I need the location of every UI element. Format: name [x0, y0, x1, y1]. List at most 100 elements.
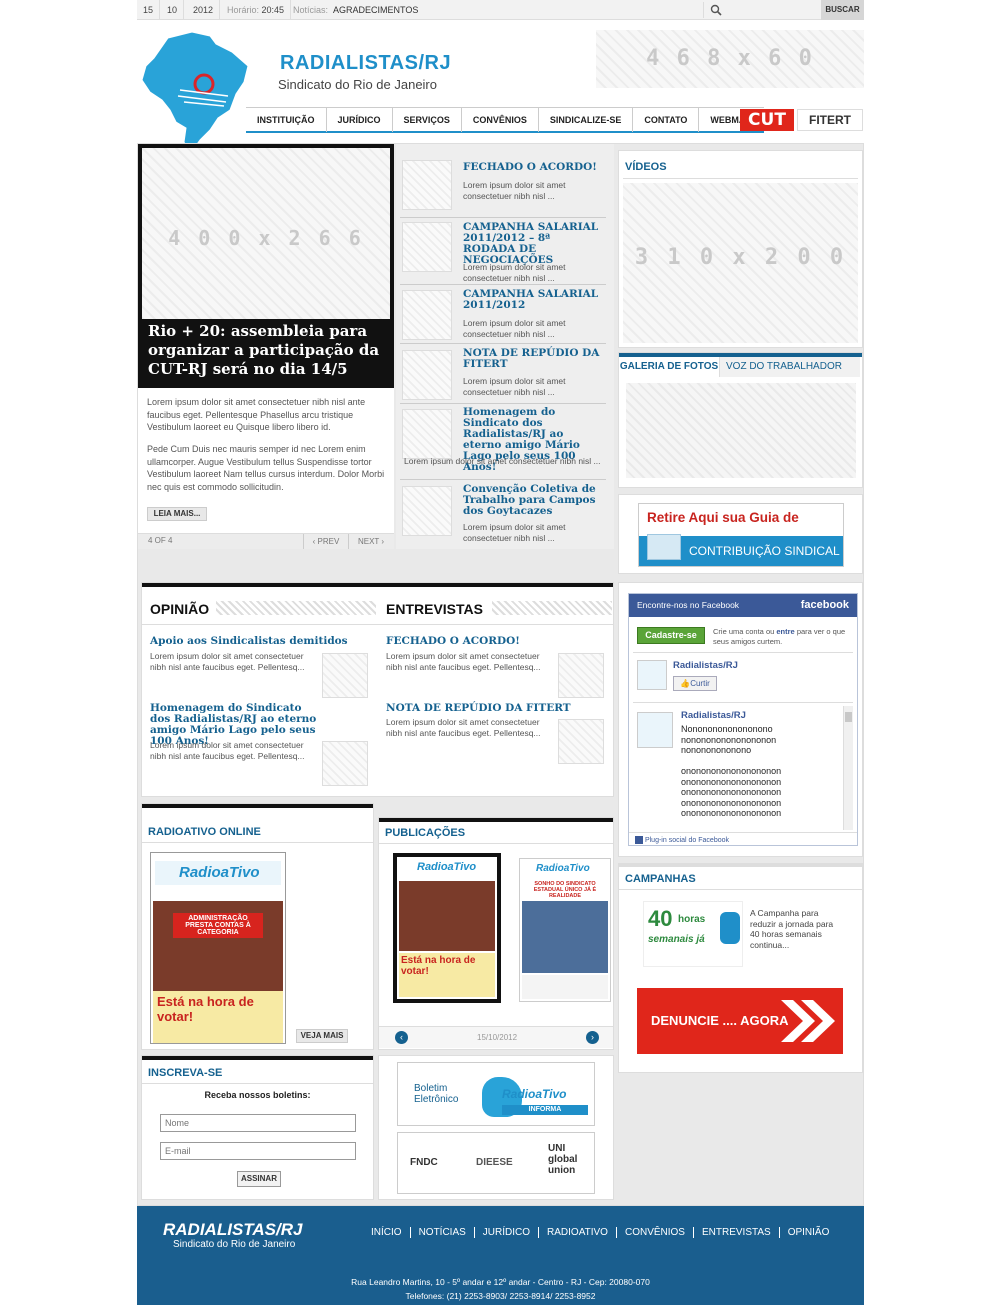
fb-header: Encontre-nos no Facebook facebook — [629, 594, 857, 617]
facebook-widget: Encontre-nos no Facebook facebook Cadast… — [628, 593, 858, 846]
fitert-logo[interactable]: FITERT — [797, 109, 863, 131]
bulletin-banner[interactable]: Boletim Eletrônico RadioaTivo INFORMA — [397, 1062, 595, 1126]
nav-instituicao[interactable]: INSTITUIÇÃO — [246, 108, 327, 132]
divider — [400, 403, 606, 404]
facebook-logo: facebook — [800, 599, 849, 611]
fb-page-avatar[interactable] — [637, 660, 667, 690]
news-title[interactable]: NOTA DE REPÚDIO DA FITERT — [463, 348, 603, 370]
fb-signup-button[interactable]: Cadastre-se — [637, 627, 705, 644]
site-title[interactable]: RADIALISTAS/RJ — [280, 52, 451, 75]
logos-strip: FNDC DIEESE UNI global union — [397, 1132, 595, 1194]
tab-galeria[interactable]: GALERIA DE FOTOS — [619, 357, 720, 377]
fb-scroll-thumb[interactable] — [845, 712, 852, 722]
footer-nav-convenios[interactable]: CONVÊNIOS — [616, 1227, 694, 1238]
subscribe-button[interactable]: ASSINAR — [237, 1171, 281, 1187]
bulletin-line1: Boletim — [414, 1083, 448, 1094]
footer-nav-opiniao[interactable]: OPINIÃO — [780, 1227, 838, 1238]
chevron-left-icon[interactable]: ‹ — [395, 1031, 408, 1044]
news-title[interactable]: Convenção Coletiva de Trabalho para Camp… — [463, 484, 603, 517]
brazil-map-logo[interactable] — [140, 30, 252, 155]
fb-post-line: onononononononononon — [681, 787, 782, 797]
divider — [400, 217, 606, 218]
videos-title: VÍDEOS — [625, 161, 667, 173]
guide-box: Retire Aqui sua Guia de CONTRIBUIÇÃO SIN… — [618, 494, 863, 574]
guide-line1: Retire Aqui sua Guia de — [647, 510, 799, 525]
fndc-logo[interactable]: FNDC — [410, 1157, 438, 1168]
guide-banner[interactable]: Retire Aqui sua Guia de CONTRIBUIÇÃO SIN… — [638, 503, 844, 567]
footer-nav-entrevistas[interactable]: ENTREVISTAS — [693, 1227, 780, 1238]
interview-thumb — [558, 653, 604, 698]
video-player[interactable]: 3 1 0 x 2 0 0 — [623, 183, 858, 343]
top-bar: 15 10 2012 Horário: 20:45 Notícias: AGRA… — [137, 0, 864, 20]
publication-cover-1[interactable]: RadioaTivo Está na hora de votar! — [393, 853, 501, 1003]
bulletin-logo: RadioaTivo INFORMA — [482, 1077, 590, 1123]
news-ticker-link[interactable]: AGRADECIMENTOS — [333, 5, 418, 15]
nav-servicos[interactable]: SERVIÇOS — [393, 108, 462, 132]
interview-item-text: Lorem ipsum dolor sit amet consectetuer … — [386, 717, 541, 738]
pub-photo — [522, 901, 608, 973]
footer-nav-juridico[interactable]: JURÍDICO — [474, 1227, 540, 1238]
divider — [619, 889, 862, 890]
news-title[interactable]: CAMPANHA SALARIAL 2011/2012 – 8ª RODADA … — [463, 222, 603, 266]
interview-item-title[interactable]: FECHADO O ACORDO! — [386, 636, 606, 647]
publication-date: 15/10/2012 — [477, 1033, 518, 1042]
opinion-item-title[interactable]: Apoio aos Sindicalistas demitidos — [150, 636, 370, 647]
search-input[interactable] — [703, 2, 819, 18]
search-button[interactable]: BUSCAR — [821, 0, 864, 20]
denounce-text: DENUNCIE .... AGORA — [651, 1013, 789, 1028]
campaigns-title: CAMPANHAS — [625, 873, 696, 885]
fb-plugin-footer[interactable]: Plug-in social do Facebook — [629, 832, 857, 847]
interview-item-title[interactable]: NOTA DE REPÚDIO DA FITERT — [386, 703, 606, 714]
featured-slider: 4 0 0 x 2 6 6 Rio + 20: assembleia para … — [138, 144, 394, 549]
news-ticker: Notícias: AGRADECIMENTOS — [287, 0, 424, 20]
banner-468x60[interactable]: 4 6 8 x 6 0 — [596, 30, 864, 88]
fb-like-button[interactable]: 👍Curtir — [673, 676, 717, 691]
nav-convenios[interactable]: CONVÊNIOS — [462, 108, 539, 132]
top-rule — [619, 864, 862, 867]
opinion-thumb — [322, 653, 368, 698]
radioativo-title: RADIOATIVO ONLINE — [148, 826, 261, 838]
footer-nav-radioativo[interactable]: RADIOATIVO — [539, 1227, 617, 1238]
email-field[interactable] — [160, 1142, 356, 1160]
campaign-40-hours[interactable]: 40 horas semanais já — [643, 901, 743, 967]
featured-title[interactable]: Rio + 20: assembleia para organizar a pa… — [138, 319, 394, 387]
publications-title: PUBLICAÇÕES — [385, 827, 466, 839]
denounce-banner[interactable]: DENUNCIE .... AGORA — [637, 988, 843, 1054]
name-field[interactable] — [160, 1114, 356, 1132]
footer-nav-inicio[interactable]: INÍCIO — [363, 1227, 411, 1238]
footer-title[interactable]: RADIALISTAS/RJ — [163, 1220, 302, 1240]
cut-logo[interactable]: CUT — [740, 109, 794, 131]
news-title[interactable]: FECHADO O ACORDO! — [463, 162, 611, 173]
opinion-interviews-box: OPINIÃO ENTREVISTAS Apoio aos Sindicalis… — [141, 582, 614, 797]
dieese-logo[interactable]: DIEESE — [476, 1157, 513, 1168]
news-title[interactable]: CAMPANHA SALARIAL 2011/2012 — [463, 289, 603, 311]
radioativo-cover[interactable]: RadioaTivo ADMINISTRAÇÃO PRESTA CONTAS À… — [150, 852, 286, 1044]
footer-nav-noticias[interactable]: NOTÍCIAS — [410, 1227, 475, 1238]
gallery-thumbs[interactable] — [626, 383, 856, 478]
publication-cover-2[interactable]: RadioaTivo SONHO DO SINDICATO ESTADUAL Ú… — [519, 858, 611, 1002]
fb-post-avatar — [637, 712, 673, 748]
news-text: Lorem ipsum dolor sit amet consectetuer … — [463, 522, 566, 543]
title-hatch — [216, 601, 376, 615]
chevron-right-icon[interactable]: › — [586, 1031, 599, 1044]
nav-contato[interactable]: CONTATO — [633, 108, 700, 132]
uni-logo[interactable]: UNI global union — [548, 1143, 578, 1176]
prev-button[interactable]: ‹ PREV — [303, 534, 348, 549]
fb-post-line: nononononononononon — [681, 734, 777, 745]
fb-login-link[interactable]: entre — [776, 627, 794, 636]
date-day: 15 — [137, 0, 161, 20]
top-rule — [142, 583, 613, 587]
next-button[interactable]: NEXT › — [348, 534, 393, 549]
search-icon[interactable] — [710, 4, 722, 16]
nav-juridico[interactable]: JURÍDICO — [327, 108, 393, 132]
footer-address: Rua Leandro Martins, 10 - 5º andar e 12º… — [351, 1277, 650, 1287]
read-more-button[interactable]: LEIA MAIS... — [147, 507, 207, 521]
nav-sindicalize-se[interactable]: SINDICALIZE-SE — [539, 108, 634, 132]
tab-voz[interactable]: VOZ DO TRABALHADOR — [720, 357, 860, 377]
fb-page-name[interactable]: Radialistas/RJ — [673, 660, 738, 671]
see-more-button[interactable]: VEJA MAIS — [296, 1029, 348, 1043]
fb-post-author[interactable]: Radialistas/RJ — [681, 710, 746, 721]
fb-scrollbar[interactable] — [843, 706, 853, 830]
slide-counter: 4 OF 4 — [148, 536, 173, 545]
fb-like-label: Curtir — [690, 679, 710, 688]
